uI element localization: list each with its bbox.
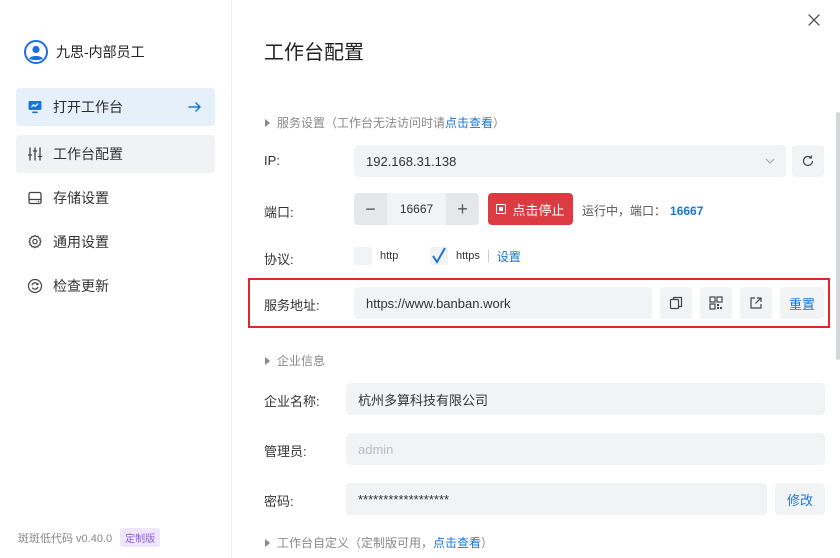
protocol-settings-link[interactable]: 设置: [497, 248, 521, 265]
http-label: http: [380, 250, 399, 262]
sidebar-item-storage[interactable]: 存储设置: [16, 179, 215, 217]
status-text: 运行中，端口：: [582, 204, 667, 218]
main-panel: 工作台配置 服务设置 （工作台无法访问时请 点击查看 ） IP: 192.168…: [233, 0, 840, 558]
port-input[interactable]: 16667: [387, 193, 446, 225]
close-icon[interactable]: [806, 12, 822, 28]
sidebar-item-label: 打开工作台: [53, 99, 123, 115]
sidebar-item-general[interactable]: 通用设置: [16, 223, 215, 261]
hard-drive-icon: [27, 190, 43, 206]
admin-input[interactable]: admin: [346, 433, 825, 465]
qrcode-button[interactable]: [700, 287, 732, 319]
section-note: （工作台无法访问时请: [325, 116, 446, 130]
edition-badge: 定制版: [120, 528, 161, 547]
ip-value: 192.168.31.138: [366, 153, 457, 169]
section-title: 企业信息: [277, 354, 326, 368]
stop-label: 点击停止: [512, 202, 565, 218]
help-link[interactable]: 点击查看: [445, 114, 493, 131]
company-name-label: 企业名称:: [264, 394, 320, 409]
http-checkbox[interactable]: [354, 247, 372, 265]
divider: [487, 250, 489, 262]
sidebar-item-label: 检查更新: [53, 278, 109, 294]
service-address-value: https://www.banban.work: [366, 295, 511, 311]
server-status: 运行中，端口： 16667: [582, 202, 703, 219]
user-profile: 九思-内部员工: [24, 40, 145, 64]
checkmark-icon: [431, 247, 447, 265]
user-avatar-icon: [24, 40, 48, 64]
edit-password-button[interactable]: 修改: [775, 483, 825, 515]
company-name-value: 杭州多算科技有限公司: [358, 392, 489, 408]
qrcode-icon: [709, 296, 723, 310]
password-label: 密码:: [264, 494, 294, 509]
protocol-label: 协议:: [264, 252, 294, 267]
ip-select[interactable]: 192.168.31.138: [354, 145, 786, 177]
status-port: 16667: [670, 204, 704, 218]
page-title: 工作台配置: [264, 42, 364, 64]
copy-address-button[interactable]: [660, 287, 692, 319]
admin-placeholder: admin: [358, 441, 394, 457]
password-value: ******************: [358, 491, 450, 507]
refresh-icon: [801, 154, 815, 168]
reset-address-button[interactable]: 重置: [780, 287, 824, 319]
stop-icon: [496, 204, 507, 214]
sidebar: 九思-内部员工 打开工作台 工作台配置 存储设置 通用设置 检查更新 斑斑低代码…: [0, 0, 232, 558]
sidebar-item-open-workbench[interactable]: 打开工作台: [16, 88, 215, 126]
protocol-http[interactable]: http: [354, 247, 398, 265]
monitor-icon: [27, 99, 43, 115]
section-note-end: ）: [481, 536, 494, 550]
port-decrement-button[interactable]: −: [354, 193, 387, 225]
admin-label: 管理员:: [264, 444, 307, 459]
caret-right-icon: [265, 118, 270, 127]
version-info: 斑斑低代码 v0.40.0 定制版: [18, 528, 161, 547]
sidebar-item-workbench-config[interactable]: 工作台配置: [16, 135, 215, 173]
external-link-icon: [749, 296, 763, 310]
version-text: 斑斑低代码 v0.40.0: [18, 532, 113, 545]
section-service-settings[interactable]: 服务设置 （工作台无法访问时请 点击查看 ）: [265, 114, 505, 131]
ip-label: IP:: [264, 153, 280, 168]
section-custom-workbench[interactable]: 工作台自定义 （定制版可用， 点击查看 ）: [265, 534, 493, 551]
password-input[interactable]: ******************: [346, 483, 767, 515]
refresh-ip-button[interactable]: [792, 145, 824, 177]
protocol-https[interactable]: https 设置: [430, 247, 521, 265]
copy-icon: [669, 296, 683, 310]
section-note-end: ）: [493, 116, 506, 130]
refresh-circle-icon: [27, 278, 43, 294]
port-increment-button[interactable]: +: [446, 193, 479, 225]
caret-right-icon: [265, 538, 270, 547]
sidebar-item-label: 通用设置: [53, 234, 109, 250]
open-address-button[interactable]: [740, 287, 772, 319]
caret-right-icon: [265, 356, 270, 365]
user-name: 九思-内部员工: [56, 44, 145, 60]
service-address-field[interactable]: https://www.banban.work: [354, 287, 652, 319]
sidebar-item-label: 存储设置: [53, 190, 109, 206]
section-company-info[interactable]: 企业信息: [265, 352, 325, 369]
section-note: （定制版可用，: [349, 536, 434, 550]
help-link[interactable]: 点击查看: [433, 534, 481, 551]
arrow-right-icon: [187, 99, 203, 115]
section-title: 工作台自定义: [277, 536, 350, 550]
sliders-icon: [27, 146, 43, 162]
chevron-down-icon: [764, 155, 776, 167]
https-checkbox[interactable]: [430, 247, 448, 265]
scrollbar[interactable]: [836, 112, 840, 360]
service-address-label: 服务地址:: [264, 298, 320, 313]
gear-icon: [27, 234, 43, 250]
port-stepper: − 16667 +: [354, 193, 479, 225]
section-title: 服务设置: [277, 116, 326, 130]
port-label: 端口:: [264, 205, 294, 220]
sidebar-item-label: 工作台配置: [53, 146, 123, 162]
https-label: https: [456, 250, 480, 262]
sidebar-item-check-update[interactable]: 检查更新: [16, 267, 215, 305]
company-name-input[interactable]: 杭州多算科技有限公司: [346, 383, 825, 415]
stop-server-button[interactable]: 点击停止: [488, 193, 573, 225]
